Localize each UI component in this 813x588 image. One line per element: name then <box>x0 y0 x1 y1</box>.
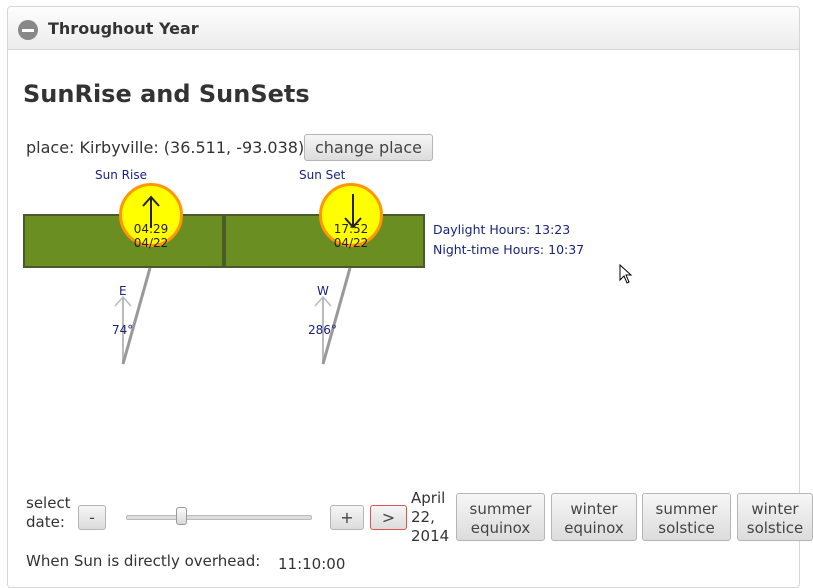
date-slider[interactable] <box>126 515 312 520</box>
overhead-time: 11:10:00 <box>278 555 346 573</box>
winter-solstice-button[interactable]: winter solstice <box>737 493 813 541</box>
sunset-azimuth-compass <box>314 267 352 365</box>
next-date-button[interactable]: + <box>330 505 364 530</box>
sunset-date: 04/22 <box>333 236 369 250</box>
overhead-label: When Sun is directly overhead: <box>26 552 261 570</box>
summer-solstice-button[interactable]: summer solstice <box>642 493 731 541</box>
summer-equinox-button[interactable]: summer equinox <box>456 493 545 541</box>
panel-title: Throughout Year <box>48 19 199 38</box>
date-slider-handle[interactable] <box>176 507 188 525</box>
sunrise-label: Sun Rise <box>95 168 147 182</box>
change-place-button[interactable]: change place <box>304 134 433 161</box>
page-title: SunRise and SunSets <box>23 80 310 108</box>
sunset-azimuth: 286° <box>308 323 337 337</box>
select-date-label: select date: <box>26 494 71 531</box>
collapse-icon[interactable] <box>18 20 38 40</box>
nighttime-hours: Night-time Hours: 10:37 <box>433 242 585 257</box>
sunset-time: 17:52 <box>333 222 369 236</box>
mouse-cursor-icon <box>619 264 633 284</box>
panel-header[interactable]: Throughout Year <box>8 7 799 50</box>
sunrise-azimuth-compass <box>114 267 152 365</box>
sunrise-direction: E <box>119 284 127 298</box>
winter-equinox-button[interactable]: winter equinox <box>551 493 637 541</box>
previous-date-button[interactable]: - <box>78 505 106 530</box>
play-forward-button[interactable]: > <box>370 505 407 530</box>
sunset-direction: W <box>317 284 329 298</box>
sunrise-date: 04/22 <box>133 236 169 250</box>
sunrise-azimuth: 74° <box>112 323 134 337</box>
sunset-label: Sun Set <box>299 168 346 182</box>
daylight-hours: Daylight Hours: 13:23 <box>433 222 571 237</box>
place-label: place: Kirbyville: (36.511, -93.038) <box>26 138 305 157</box>
selected-date: April 22, 2014 <box>411 489 450 545</box>
sunrise-time: 04:29 <box>133 222 169 236</box>
